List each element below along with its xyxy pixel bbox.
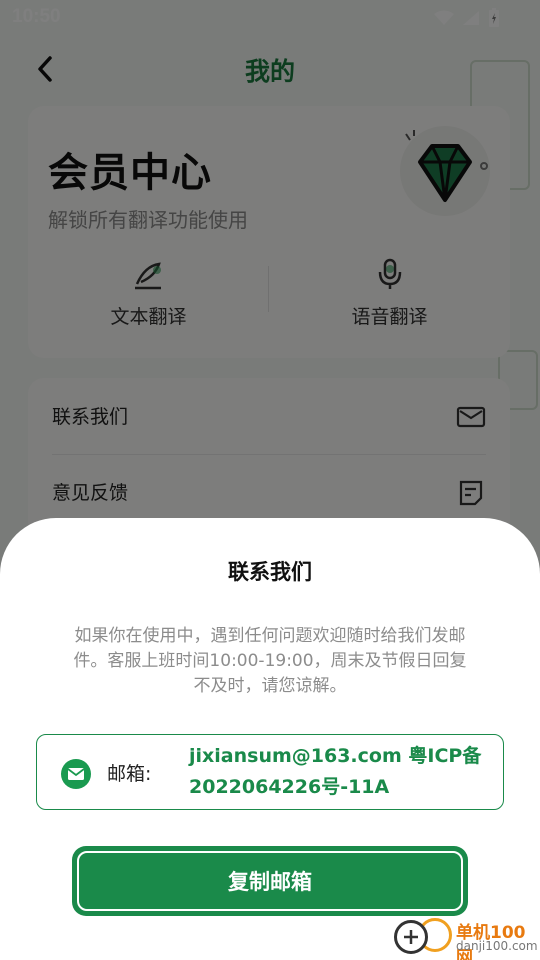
- copy-email-button-label: 复制邮箱: [228, 870, 312, 894]
- dialog-message: 如果你在使用中，遇到任何问题欢迎随时给我们发邮件。客服上班时间10:00-19:…: [73, 626, 467, 696]
- watermark-logo-icon: [394, 920, 428, 954]
- site-watermark: 单机100网 danji100.com: [390, 912, 540, 960]
- email-info-box: 邮箱: jixiansum@163.com 粤ICP备2022064226号-1…: [36, 734, 504, 810]
- contact-dialog: 联系我们 如果你在使用中，遇到任何问题欢迎随时给我们发邮件。客服上班时间10:0…: [0, 518, 540, 960]
- email-address: jixiansum@163.com 粤ICP备2022064226号-11A: [189, 745, 482, 798]
- email-label: 邮箱:: [107, 763, 152, 785]
- copy-email-button[interactable]: 复制邮箱: [72, 846, 468, 916]
- email-icon: [61, 759, 91, 789]
- dialog-title: 联系我们: [228, 560, 312, 584]
- watermark-url: danji100.com: [456, 939, 538, 953]
